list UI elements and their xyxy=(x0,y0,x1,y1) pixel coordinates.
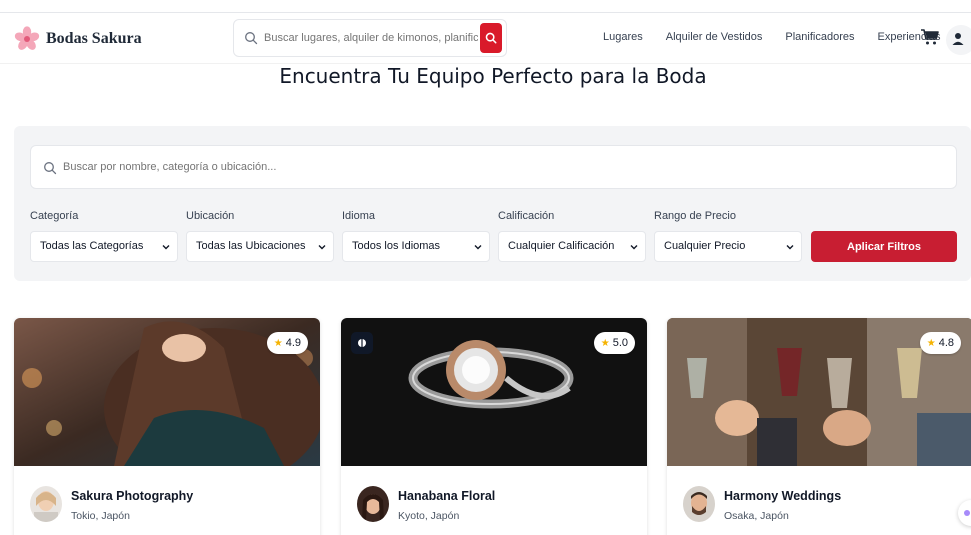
price-select[interactable]: Cualquier Precio xyxy=(654,231,802,262)
cart-icon[interactable] xyxy=(920,27,940,47)
price-value: Cualquier Precio xyxy=(664,240,746,252)
vendor-location: Tokio, Japón xyxy=(71,510,130,522)
header-search-input[interactable] xyxy=(264,20,478,56)
rating-label: Calificación xyxy=(498,210,555,222)
brand-logo[interactable]: Bodas Sakura xyxy=(14,25,142,53)
brand-name: Bodas Sakura xyxy=(46,30,142,47)
main-nav: Lugares Alquiler de Vestidos Planificado… xyxy=(603,31,963,43)
vendor-name[interactable]: Sakura Photography xyxy=(71,489,193,503)
user-menu-button[interactable] xyxy=(946,25,971,55)
verified-icon xyxy=(351,332,373,354)
chat-widget-button[interactable] xyxy=(958,500,971,526)
vendor-card[interactable]: ★ 5.0 Hanabana Floral Kyoto, Japón xyxy=(341,318,647,535)
vendor-card[interactable]: ★ 4.9 Sakura Photography Tokio, Japón xyxy=(14,318,320,535)
location-value: Todas las Ubicaciones xyxy=(196,240,306,252)
chevron-down-icon xyxy=(786,245,794,250)
header-search-button[interactable] xyxy=(480,23,502,53)
search-icon xyxy=(245,32,258,45)
user-icon xyxy=(952,33,964,45)
category-label: Categoría xyxy=(30,210,79,222)
chevron-down-icon xyxy=(162,245,170,250)
top-header: Bodas Sakura Lugares Alquiler de Vestido… xyxy=(0,12,971,64)
category-select[interactable]: Todas las Categorías xyxy=(30,231,178,262)
chevron-down-icon xyxy=(474,245,482,250)
star-icon: ★ xyxy=(600,337,610,349)
language-label: Idioma xyxy=(342,210,376,222)
vendor-location: Kyoto, Japón xyxy=(398,510,460,522)
chat-icon xyxy=(964,510,970,516)
vendor-location: Osaka, Japón xyxy=(724,510,789,522)
vendor-card[interactable]: ★ 4.8 Harmony Weddings Osaka, Japón xyxy=(667,318,971,535)
location-label: Ubicación xyxy=(186,210,235,222)
search-icon xyxy=(485,32,497,44)
search-icon xyxy=(44,162,57,175)
header-search xyxy=(233,19,507,57)
location-select[interactable]: Todas las Ubicaciones xyxy=(186,231,334,262)
rating-badge: ★ 4.8 xyxy=(919,332,961,354)
vendor-search xyxy=(30,145,957,189)
category-value: Todas las Categorías xyxy=(40,240,144,252)
rating-badge: ★ 5.0 xyxy=(593,332,635,354)
rating-value: Cualquier Calificación xyxy=(508,240,615,252)
chevron-down-icon xyxy=(630,245,638,250)
rating-badge: ★ 4.9 xyxy=(266,332,308,354)
rating-value: 5.0 xyxy=(612,337,628,349)
sakura-flower-icon xyxy=(14,26,40,52)
star-icon: ★ xyxy=(273,337,283,349)
nav-link-planificadores[interactable]: Planificadores xyxy=(785,31,854,43)
nav-link-vestidos[interactable]: Alquiler de Vestidos xyxy=(666,31,763,43)
rating-value: 4.8 xyxy=(938,337,954,349)
star-icon: ★ xyxy=(926,337,936,349)
filter-panel: Categoría Todas las Categorías Ubicación… xyxy=(14,126,971,281)
page-title: Encuentra Tu Equipo Perfecto para la Bod… xyxy=(279,64,707,88)
chevron-down-icon xyxy=(318,245,326,250)
avatar xyxy=(30,486,62,522)
rating-value: 4.9 xyxy=(285,337,301,349)
vendor-search-input[interactable] xyxy=(63,146,943,188)
rating-select[interactable]: Cualquier Calificación xyxy=(498,231,646,262)
language-value: Todos los Idiomas xyxy=(352,240,441,252)
vendor-name[interactable]: Hanabana Floral xyxy=(398,489,495,503)
vendor-name[interactable]: Harmony Weddings xyxy=(724,489,841,503)
avatar xyxy=(683,486,715,522)
language-select[interactable]: Todos los Idiomas xyxy=(342,231,490,262)
avatar xyxy=(357,486,389,522)
nav-link-lugares[interactable]: Lugares xyxy=(603,31,643,43)
apply-filters-button[interactable]: Aplicar Filtros xyxy=(811,231,957,262)
price-label: Rango de Precio xyxy=(654,210,736,222)
